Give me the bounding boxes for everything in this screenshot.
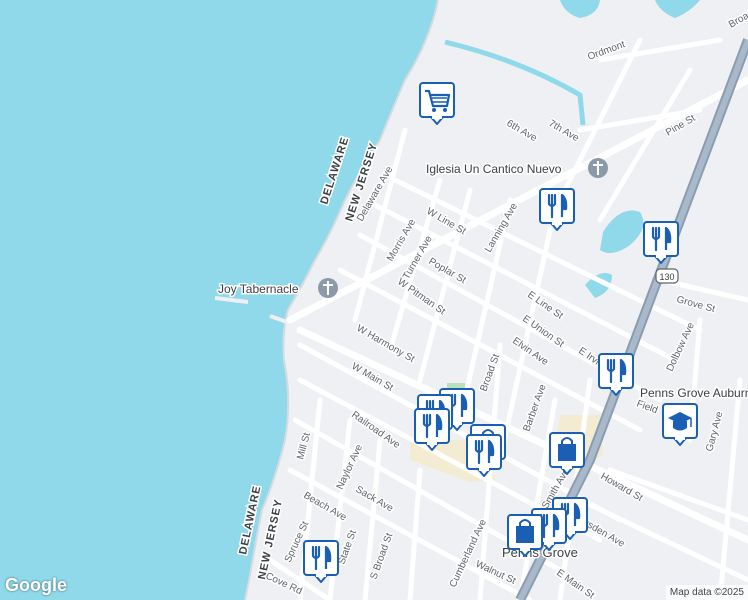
restaurant-marker[interactable] <box>414 408 450 451</box>
shopping-bag-marker[interactable] <box>549 432 585 475</box>
shopping-bag-marker[interactable] <box>507 514 543 557</box>
restaurant-marker[interactable] <box>598 353 634 396</box>
shopping-cart-marker[interactable] <box>419 82 455 125</box>
restaurant-marker[interactable] <box>466 434 502 477</box>
church-icon[interactable] <box>588 158 608 178</box>
church-icon[interactable] <box>318 278 338 298</box>
place-label-penns-grove-auburn[interactable]: Penns Grove Auburn <box>639 385 748 402</box>
restaurant-marker[interactable] <box>643 221 679 264</box>
school-marker[interactable] <box>662 403 698 446</box>
highway-shield: 130 <box>655 268 679 284</box>
restaurant-marker[interactable] <box>539 188 575 231</box>
google-logo: Google <box>5 575 67 595</box>
place-label-iglesia[interactable]: Iglesia Un Cantico Nuevo <box>425 161 564 178</box>
restaurant-marker[interactable] <box>303 540 339 583</box>
map-attribution[interactable]: Map data ©2025 <box>665 585 748 600</box>
map-canvas[interactable]: 130 DELAWARE NEW JERSEY DELAWARE NEW JER… <box>0 0 748 600</box>
place-label-joy-tabernacle[interactable]: Joy Tabernacle <box>217 281 301 298</box>
svg-text:130: 130 <box>659 272 674 282</box>
